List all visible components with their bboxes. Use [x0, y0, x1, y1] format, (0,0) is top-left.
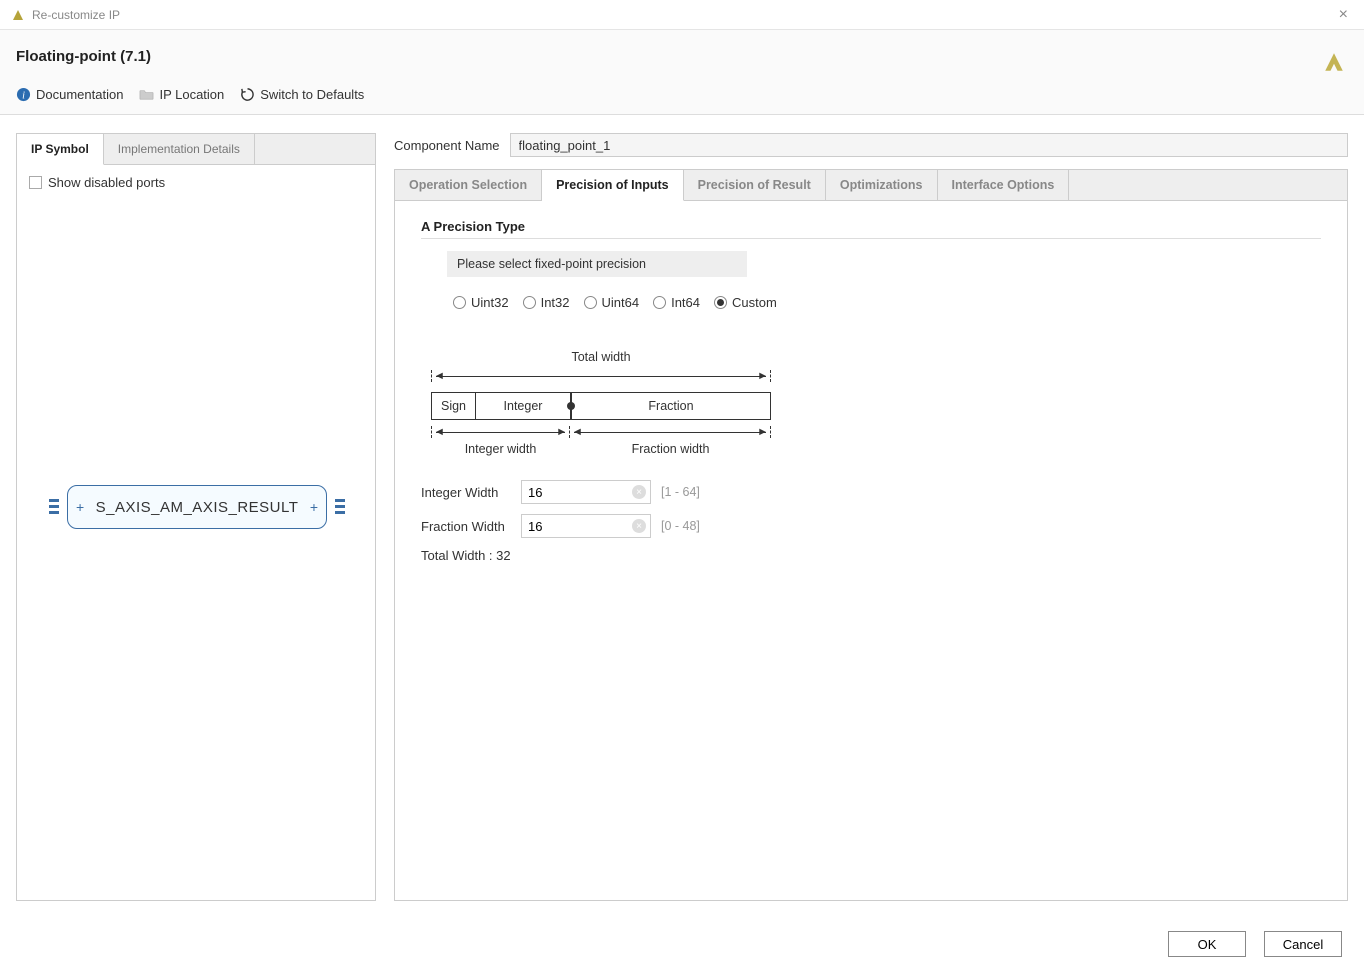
radio-icon	[714, 296, 727, 309]
config-tabs-box: Operation Selection Precision of Inputs …	[394, 169, 1348, 901]
tab-implementation-details[interactable]: Implementation Details	[104, 134, 255, 164]
expand-left-icon[interactable]: +	[76, 499, 84, 515]
show-disabled-ports-checkbox[interactable]: Show disabled ports	[29, 175, 363, 190]
precision-radio-group: Uint32 Int32 Uint64 Int64 Custom	[453, 295, 1321, 310]
radio-icon	[653, 296, 666, 309]
tab-precision-result[interactable]: Precision of Result	[684, 170, 826, 200]
close-icon[interactable]: ×	[1333, 6, 1354, 24]
ok-button[interactable]: OK	[1168, 931, 1246, 957]
clear-icon[interactable]: ×	[632, 485, 646, 499]
ip-location-link[interactable]: IP Location	[139, 87, 224, 102]
folder-icon	[139, 87, 154, 102]
right-panel: Component Name Operation Selection Preci…	[394, 133, 1348, 901]
clear-icon[interactable]: ×	[632, 519, 646, 533]
documentation-label: Documentation	[36, 87, 123, 102]
ip-block-label: S_AXIS_AM_AXIS_RESULT	[96, 499, 299, 516]
integer-box: Integer	[476, 393, 571, 419]
window-title: Re-customize IP	[32, 8, 1333, 22]
left-panel: IP Symbol Implementation Details Show di…	[16, 133, 376, 901]
divider	[421, 238, 1321, 239]
radix-point-icon	[571, 393, 572, 419]
header: Floating-point (7.1) i Documentation IP …	[0, 30, 1364, 115]
ip-location-label: IP Location	[159, 87, 224, 102]
tab-ip-symbol[interactable]: IP Symbol	[17, 134, 104, 165]
fraction-width-row: Fraction Width × [0 - 48]	[421, 514, 1321, 538]
header-links: i Documentation IP Location	[16, 87, 1320, 102]
integer-width-range: [1 - 64]	[661, 485, 700, 499]
reload-icon	[240, 87, 255, 102]
precision-inputs-body: A Precision Type Please select fixed-poi…	[395, 201, 1347, 900]
precision-type-heading: A Precision Type	[421, 219, 1321, 234]
integer-width-row: Integer Width × [1 - 64]	[421, 480, 1321, 504]
precision-hint: Please select fixed-point precision	[447, 251, 747, 277]
tab-operation-selection[interactable]: Operation Selection	[395, 170, 542, 200]
vendor-logo-icon	[1320, 48, 1348, 76]
footer: OK Cancel	[0, 919, 1364, 977]
integer-width-label: Integer Width	[421, 485, 511, 500]
radio-int32[interactable]: Int32	[523, 295, 570, 310]
radio-icon	[453, 296, 466, 309]
bus-port-left-icon	[49, 497, 63, 517]
component-name-input[interactable]	[510, 133, 1349, 157]
window: Re-customize IP × Floating-point (7.1) i…	[0, 0, 1364, 977]
tab-precision-inputs[interactable]: Precision of Inputs	[542, 170, 684, 201]
fraction-width-range: [0 - 48]	[661, 519, 700, 533]
total-width-arrow: ◄►	[431, 370, 771, 382]
width-boxes: Sign Integer Fraction	[431, 392, 771, 420]
fraction-width-label: Fraction Width	[421, 519, 511, 534]
total-width-label: Total width	[431, 350, 771, 364]
component-name-row: Component Name	[394, 133, 1348, 157]
fraction-box: Fraction	[572, 393, 770, 419]
left-body: Show disabled ports + S_AXIS_AM_AXIS_RES…	[17, 165, 375, 900]
switch-defaults-label: Switch to Defaults	[260, 87, 364, 102]
radio-custom[interactable]: Custom	[714, 295, 777, 310]
cancel-button[interactable]: Cancel	[1264, 931, 1342, 957]
main-body: IP Symbol Implementation Details Show di…	[0, 115, 1364, 919]
total-width-text: Total Width : 32	[421, 548, 1321, 563]
radio-int64[interactable]: Int64	[653, 295, 700, 310]
radio-icon	[584, 296, 597, 309]
bus-port-right-icon	[331, 497, 345, 517]
integer-width-diagram-label: Integer width	[431, 442, 570, 456]
left-tabs: IP Symbol Implementation Details	[17, 134, 375, 165]
component-name-label: Component Name	[394, 138, 500, 153]
fraction-width-diagram-label: Fraction width	[570, 442, 771, 456]
info-icon: i	[16, 87, 31, 102]
sign-box: Sign	[432, 393, 476, 419]
page-title: Floating-point (7.1)	[16, 48, 1320, 65]
radio-uint32[interactable]: Uint32	[453, 295, 509, 310]
radio-icon	[523, 296, 536, 309]
app-icon	[10, 7, 26, 23]
checkbox-icon	[29, 176, 42, 189]
ip-block[interactable]: + S_AXIS_AM_AXIS_RESULT +	[67, 485, 327, 529]
radio-uint64[interactable]: Uint64	[584, 295, 640, 310]
half-labels: Integer width Fraction width	[431, 442, 771, 456]
config-tabs: Operation Selection Precision of Inputs …	[395, 170, 1347, 201]
titlebar: Re-customize IP ×	[0, 0, 1364, 30]
tab-optimizations[interactable]: Optimizations	[826, 170, 938, 200]
switch-defaults-link[interactable]: Switch to Defaults	[240, 87, 364, 102]
tab-interface-options[interactable]: Interface Options	[938, 170, 1070, 200]
expand-right-icon[interactable]: +	[310, 499, 318, 515]
ip-symbol-diagram: + S_AXIS_AM_AXIS_RESULT +	[67, 485, 327, 529]
svg-text:i: i	[22, 90, 25, 101]
documentation-link[interactable]: i Documentation	[16, 87, 123, 102]
width-diagram: Total width ◄► Sign Integer Fraction ◄► …	[431, 350, 771, 456]
show-disabled-ports-label: Show disabled ports	[48, 175, 165, 190]
half-arrows: ◄► ◄►	[431, 426, 771, 438]
